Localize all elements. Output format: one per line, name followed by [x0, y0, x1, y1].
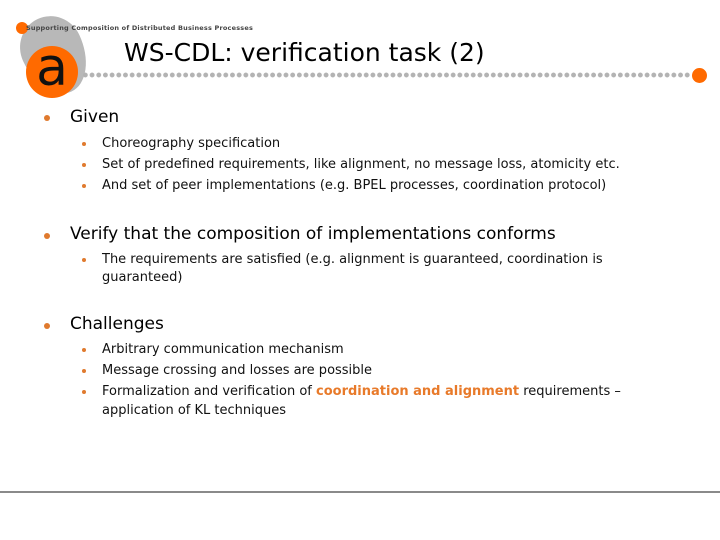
bullet-icon [82, 184, 86, 188]
logo-letter: a [36, 38, 68, 98]
list-item: And set of peer implementations (e.g. BP… [102, 178, 607, 193]
item-text: Formalization and verification of [102, 384, 316, 399]
bullet-icon [44, 323, 50, 329]
item-text: requirements – [519, 384, 621, 399]
section-heading-verify: Verify that the composition of implement… [70, 224, 556, 244]
list-item: Message crossing and losses are possible [102, 363, 373, 378]
list-item-continuation: guaranteed) [102, 270, 183, 285]
logo: a [9, 5, 100, 105]
list-item: Formalization and verification of coordi… [102, 382, 621, 401]
bullet-icon [82, 369, 86, 373]
list-item: The requirements are satisfied (e.g. ali… [102, 252, 603, 267]
list-item-continuation: application of KL techniques [102, 403, 286, 418]
bullet-icon [44, 233, 50, 239]
bullet-icon [82, 163, 86, 167]
bullet-icon [82, 348, 86, 352]
divider-end-dot [692, 68, 707, 83]
list-item: Arbitrary communication mechanism [102, 342, 344, 357]
logo-disc: a [26, 42, 78, 98]
section-heading-given: Given [70, 107, 120, 127]
bullet-icon [82, 142, 86, 146]
page-title: WS-CDL: verification task (2) [124, 38, 485, 67]
section-heading-challenges: Challenges [70, 314, 164, 334]
footer-divider [0, 491, 720, 493]
highlighted-text: coordination and alignment [316, 384, 520, 399]
list-item: Set of predefined requirements, like ali… [102, 157, 620, 172]
list-item: Choreography specification [102, 136, 281, 151]
dotted-divider [82, 72, 690, 78]
bullet-icon [82, 258, 86, 262]
tagline: Supporting Composition of Distributed Bu… [26, 24, 254, 32]
bullet-icon [44, 115, 50, 121]
bullet-icon [82, 390, 86, 394]
